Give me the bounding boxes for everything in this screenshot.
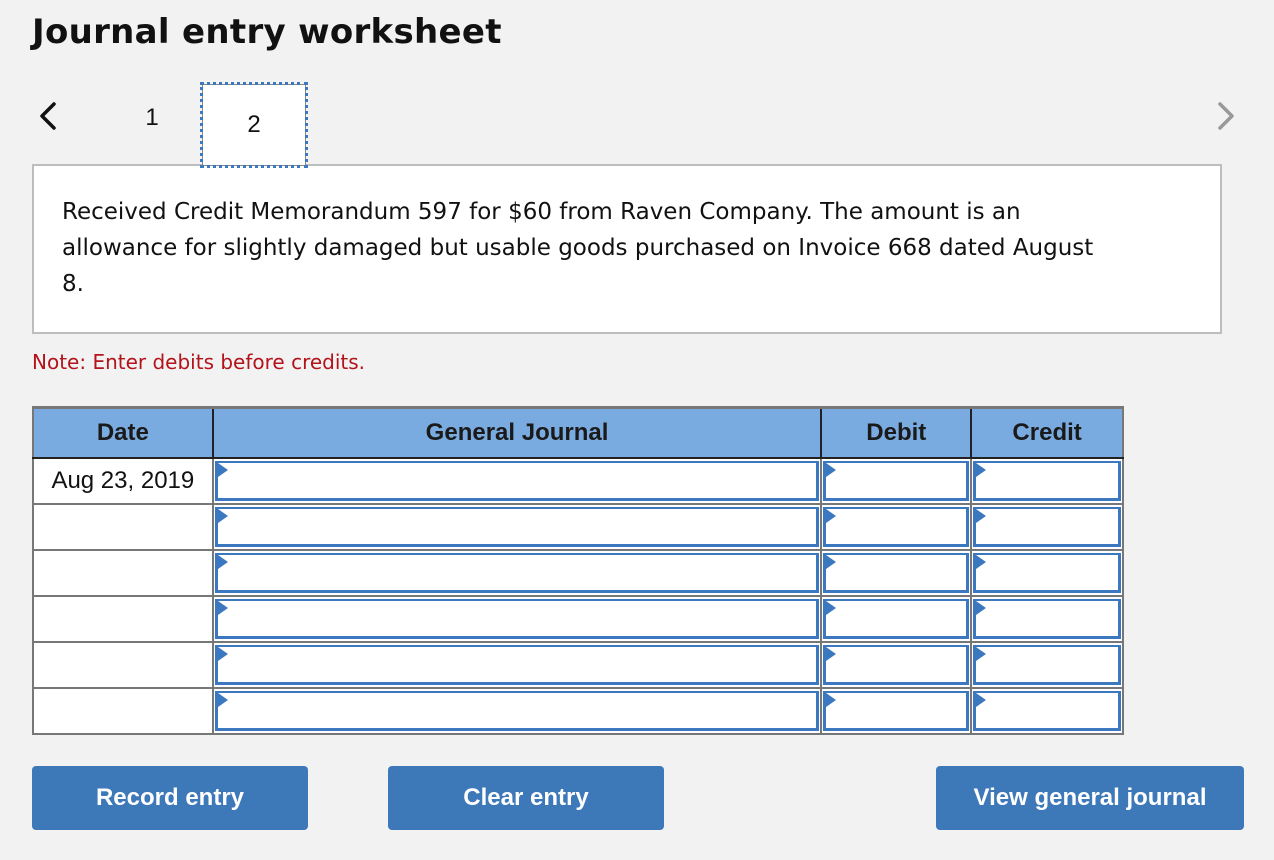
debit-cell [820,595,973,643]
debit-input[interactable] [823,553,970,593]
debit-input[interactable] [823,507,970,547]
page-tab-1[interactable]: 1 [120,88,184,148]
column-header-credit: Credit [970,406,1124,459]
record-entry-button[interactable]: Record entry [32,766,308,830]
credit-cell [970,641,1124,689]
debit-input[interactable] [823,599,970,639]
note-text: Note: Enter debits before credits. [32,350,366,374]
dropdown-indicator-icon [826,463,837,477]
date-cell [32,595,214,643]
credit-input[interactable] [973,691,1121,731]
dropdown-indicator-icon [976,555,987,569]
dropdown-indicator-icon [826,693,837,707]
dropdown-indicator-icon [217,601,228,615]
question-text: Received Credit Memorandum 597 for $60 f… [62,199,1094,297]
dropdown-indicator-icon [976,463,987,477]
account-select[interactable] [214,507,820,547]
account-cell [211,503,823,551]
dropdown-indicator-icon [976,693,987,707]
dropdown-indicator-icon [826,509,837,523]
journal-table: Date General Journal Debit Credit Aug 23… [32,406,1124,735]
date-cell: Aug 23, 2019 [32,457,214,505]
next-page-button[interactable] [1214,100,1238,132]
clear-entry-button[interactable]: Clear entry [388,766,664,830]
debit-cell [820,503,973,551]
dropdown-indicator-icon [826,601,837,615]
credit-input[interactable] [973,599,1121,639]
debit-cell [820,641,973,689]
account-cell [211,549,823,597]
dropdown-indicator-icon [217,463,228,477]
dropdown-indicator-icon [217,647,228,661]
date-cell [32,641,214,689]
dropdown-indicator-icon [826,555,837,569]
dropdown-indicator-icon [217,509,228,523]
chevron-left-icon [40,102,56,130]
question-box: Received Credit Memorandum 597 for $60 f… [32,164,1222,334]
dropdown-indicator-icon [976,647,987,661]
account-select[interactable] [214,645,820,685]
credit-cell [970,687,1124,735]
credit-cell [970,595,1124,643]
debit-cell [820,549,973,597]
account-cell [211,595,823,643]
debit-input[interactable] [823,461,970,501]
dropdown-indicator-icon [976,601,987,615]
chevron-right-icon [1218,102,1234,130]
view-general-journal-button[interactable]: View general journal [936,766,1244,830]
account-cell [211,457,823,505]
account-select[interactable] [214,599,820,639]
debit-input[interactable] [823,691,970,731]
page-tab-2[interactable]: 2 [200,82,308,168]
date-cell [32,549,214,597]
account-cell [211,641,823,689]
credit-input[interactable] [973,461,1121,501]
date-cell [32,503,214,551]
credit-cell [970,503,1124,551]
credit-cell [970,549,1124,597]
dropdown-indicator-icon [217,693,228,707]
table-row [32,503,1124,551]
account-select[interactable] [214,553,820,593]
debit-cell [820,687,973,735]
table-row [32,641,1124,689]
account-cell [211,687,823,735]
table-row [32,687,1124,735]
table-header-row: Date General Journal Debit Credit [32,406,1124,459]
column-header-debit: Debit [820,406,973,459]
debit-cell [820,457,973,505]
credit-input[interactable] [973,553,1121,593]
dropdown-indicator-icon [826,647,837,661]
column-header-general-journal: General Journal [211,406,823,459]
date-cell [32,687,214,735]
dropdown-indicator-icon [217,555,228,569]
credit-input[interactable] [973,507,1121,547]
table-row [32,549,1124,597]
table-row [32,595,1124,643]
column-header-date: Date [32,406,214,459]
dropdown-indicator-icon [976,509,987,523]
account-select[interactable] [214,461,820,501]
page-title: Journal entry worksheet [32,12,502,52]
previous-page-button[interactable] [36,100,60,132]
credit-input[interactable] [973,645,1121,685]
table-row: Aug 23, 2019 [32,457,1124,505]
credit-cell [970,457,1124,505]
account-select[interactable] [214,691,820,731]
debit-input[interactable] [823,645,970,685]
